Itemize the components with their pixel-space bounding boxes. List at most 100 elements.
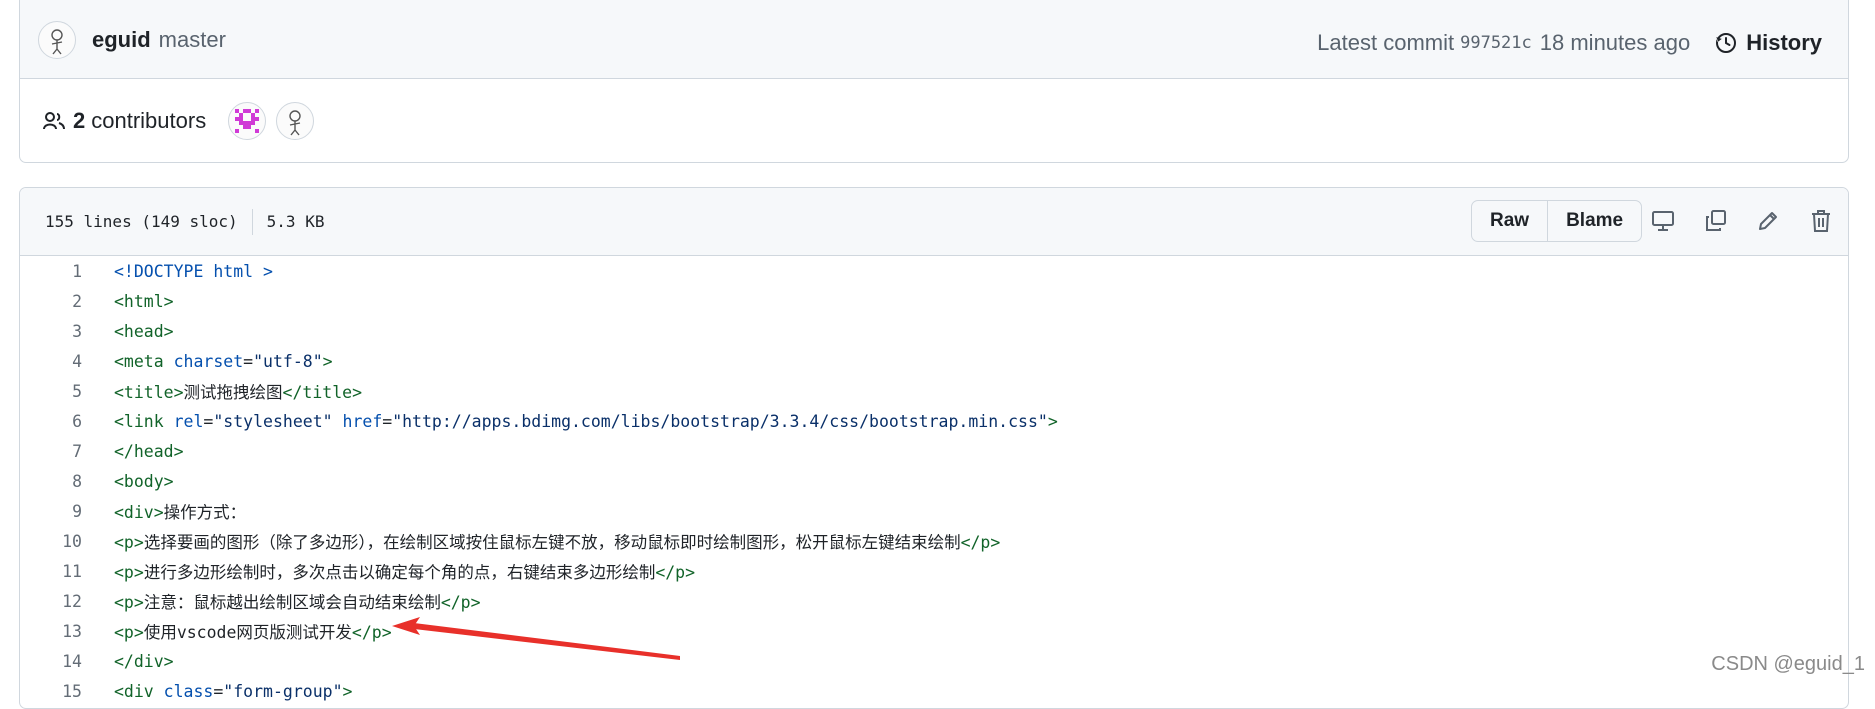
code-line: 11 <p>进行多边形绘制时，多次点击以确定每个角的点，右键结束多边形绘制</p> bbox=[20, 556, 1848, 586]
contributors-row: 2 contributors bbox=[20, 79, 1848, 162]
code-token: > bbox=[342, 681, 353, 701]
code-line: 15 <div class="form-group"> bbox=[20, 676, 1848, 706]
code-token: <title> bbox=[114, 383, 184, 402]
code-token: = bbox=[203, 411, 214, 431]
code-token: </p> bbox=[440, 593, 481, 612]
identicon-avatar-icon bbox=[235, 108, 260, 133]
desktop-icon[interactable] bbox=[1648, 206, 1678, 236]
code-token: </title> bbox=[282, 383, 363, 402]
line-content: <body> bbox=[114, 472, 174, 491]
code-line: 6 <link rel="stylesheet" href="http://app… bbox=[20, 406, 1848, 436]
code-token: > bbox=[322, 351, 333, 371]
line-number[interactable]: 10 bbox=[20, 532, 82, 551]
line-content: <meta charset="utf-8"> bbox=[114, 352, 333, 371]
code-line: 12 <p>注意：鼠标越出绘制区域会自动结束绘制</p> bbox=[20, 586, 1848, 616]
code-token: </div> bbox=[114, 651, 174, 671]
code-token: <head> bbox=[114, 321, 174, 341]
code-token: "form-group" bbox=[223, 681, 343, 701]
code-line: 7 </head> bbox=[20, 436, 1848, 466]
file-lines-info: 155 lines (149 sloc) bbox=[45, 212, 238, 231]
line-number[interactable]: 13 bbox=[20, 622, 82, 641]
code-token: </p> bbox=[655, 563, 696, 582]
latest-commit-label: Latest commit bbox=[1317, 29, 1455, 55]
code-token: = bbox=[213, 681, 224, 701]
code-line: 5 <title>测试拖拽绘图</title> bbox=[20, 376, 1848, 406]
code-token: <p> bbox=[114, 533, 144, 552]
commit-author-link[interactable]: eguid bbox=[92, 27, 151, 53]
code-line: 9 <div>操作方式： bbox=[20, 496, 1848, 526]
line-number[interactable]: 8 bbox=[20, 472, 82, 491]
line-number[interactable]: 7 bbox=[20, 442, 82, 461]
line-content: <p>选择要画的图形（除了多边形），在绘制区域按住鼠标左键不放，移动鼠标即时绘制… bbox=[114, 529, 1000, 553]
code-line: 2 <html> bbox=[20, 286, 1848, 316]
line-number[interactable]: 2 bbox=[20, 292, 82, 311]
blame-button[interactable]: Blame bbox=[1547, 201, 1641, 241]
line-number[interactable]: 6 bbox=[20, 412, 82, 431]
pencil-icon[interactable] bbox=[1753, 206, 1783, 236]
code-token: <p> bbox=[114, 593, 144, 612]
file-header: 155 lines (149 sloc) 5.3 KB Raw Blame bbox=[20, 188, 1848, 256]
code-token: href bbox=[332, 411, 383, 431]
line-content: <html> bbox=[114, 292, 174, 311]
history-button[interactable]: History bbox=[1714, 30, 1822, 56]
code-token: 选择要画的图形（除了多边形），在绘制区域按住鼠标左键不放，移动鼠标即时绘制图形，… bbox=[143, 533, 961, 552]
code-token: <div> bbox=[114, 503, 164, 522]
code-token: rel bbox=[163, 411, 204, 431]
line-content: <div>操作方式： bbox=[114, 499, 246, 523]
code-token: <html> bbox=[114, 291, 174, 311]
line-number[interactable]: 11 bbox=[20, 562, 82, 581]
contributor-avatar-1[interactable] bbox=[228, 101, 267, 140]
raw-button[interactable]: Raw bbox=[1472, 201, 1547, 241]
author-avatar[interactable] bbox=[38, 20, 76, 59]
raw-blame-group: Raw Blame bbox=[1471, 200, 1643, 242]
code-line: 1 <!DOCTYPE html > bbox=[20, 256, 1848, 286]
contributors-label[interactable]: contributors bbox=[91, 108, 206, 134]
trash-icon[interactable] bbox=[1806, 206, 1836, 236]
code-token: 测试拖拽绘图 bbox=[183, 383, 283, 402]
header-divider bbox=[251, 208, 253, 235]
line-content: <head> bbox=[114, 322, 174, 341]
contributor-avatar-2[interactable] bbox=[276, 101, 315, 140]
line-number[interactable]: 4 bbox=[20, 352, 82, 371]
history-label: History bbox=[1746, 29, 1822, 55]
line-content: <p>使用vscode网页版测试开发</p> bbox=[114, 619, 392, 643]
line-number[interactable]: 3 bbox=[20, 322, 82, 341]
line-content: </head> bbox=[114, 442, 184, 461]
author-avatar-icon bbox=[51, 28, 63, 54]
code-token: = bbox=[243, 351, 254, 371]
line-number[interactable]: 12 bbox=[20, 592, 82, 611]
code-token: "http://apps.bdimg.com/libs/bootstrap/3.… bbox=[392, 411, 1048, 431]
line-content: </div> bbox=[114, 652, 174, 671]
code-token: "stylesheet" bbox=[213, 411, 333, 431]
code-token: = bbox=[382, 411, 393, 431]
copy-icon[interactable] bbox=[1701, 206, 1731, 236]
file-size: 5.3 KB bbox=[266, 212, 325, 231]
line-number[interactable]: 1 bbox=[20, 262, 82, 281]
contributors-count[interactable]: 2 bbox=[73, 108, 85, 134]
line-content: <link rel="stylesheet" href="http://apps… bbox=[114, 412, 1058, 431]
line-number[interactable]: 14 bbox=[20, 652, 82, 671]
code-token: 注意：鼠标越出绘制区域会自动结束绘制 bbox=[143, 593, 441, 612]
commit-sha-link[interactable]: 997521c bbox=[1460, 33, 1532, 53]
code-token: 操作方式： bbox=[163, 503, 247, 522]
line-number[interactable]: 5 bbox=[20, 382, 82, 401]
code-token: "utf-8" bbox=[253, 351, 323, 371]
contributor-avatars bbox=[228, 101, 324, 140]
line-content: <p>注意：鼠标越出绘制区域会自动结束绘制</p> bbox=[114, 589, 481, 613]
line-number[interactable]: 15 bbox=[20, 682, 82, 701]
code-token: charset bbox=[163, 351, 244, 371]
code-token: <link bbox=[114, 411, 164, 431]
code-token: <p> bbox=[114, 623, 144, 642]
code-line: 14 </div> bbox=[20, 646, 1848, 676]
line-content: <title>测试拖拽绘图</title> bbox=[114, 379, 362, 403]
code-line: 10 <p>选择要画的图形（除了多边形），在绘制区域按住鼠标左键不放，移动鼠标即时… bbox=[20, 526, 1848, 556]
people-icon bbox=[43, 111, 65, 131]
code-token: <body> bbox=[114, 471, 174, 491]
code-token: <p> bbox=[114, 563, 144, 582]
code-line: 4 <meta charset="utf-8"> bbox=[20, 346, 1848, 376]
code-view: 1 <!DOCTYPE html > 2 <html> 3 <head> 4 <meta ch… bbox=[20, 256, 1848, 706]
clock-history-icon bbox=[1715, 32, 1737, 53]
sketch-avatar-icon bbox=[289, 109, 301, 135]
code-line: 8 <body> bbox=[20, 466, 1848, 496]
line-number[interactable]: 9 bbox=[20, 502, 82, 521]
